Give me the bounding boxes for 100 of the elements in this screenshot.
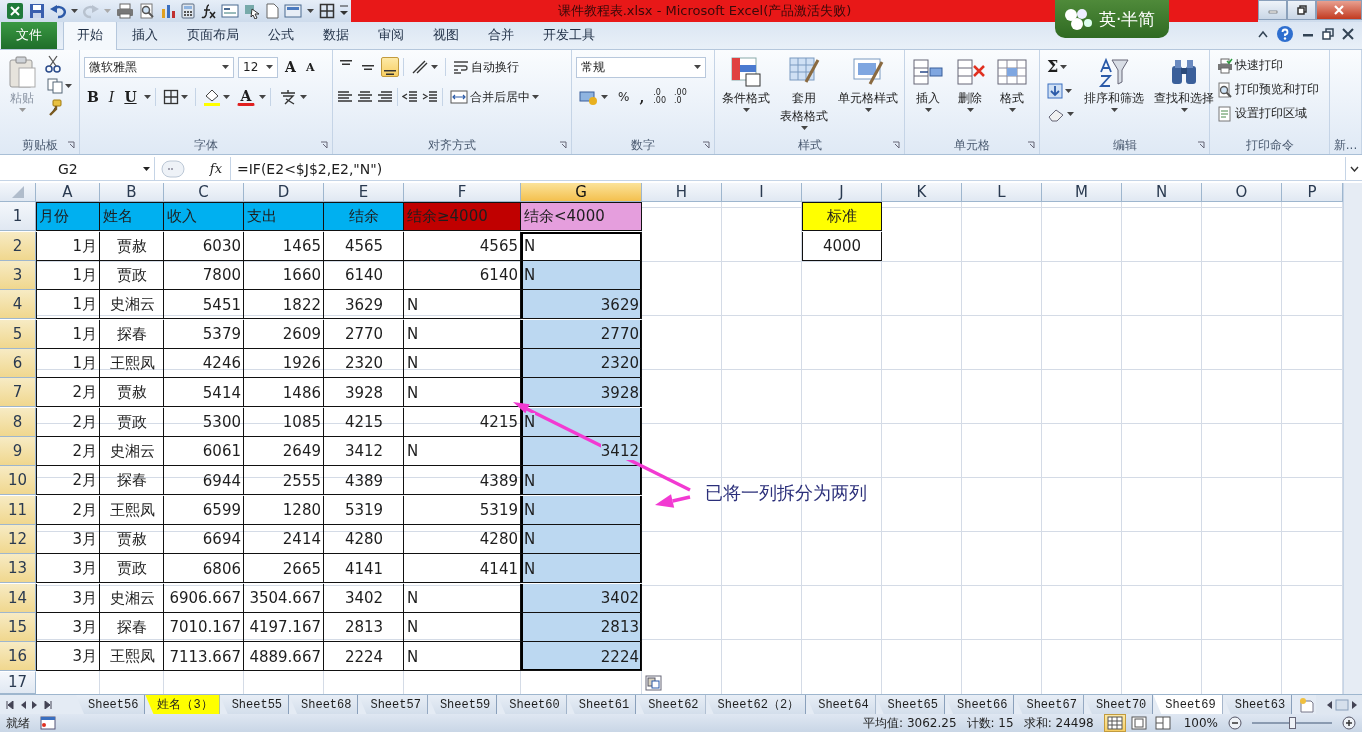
name-box[interactable]: G2: [0, 156, 155, 181]
row-header[interactable]: 14: [0, 583, 36, 613]
restore-button[interactable]: [1287, 0, 1317, 20]
print-icon[interactable]: [116, 3, 134, 19]
first-sheet-icon[interactable]: [6, 700, 14, 709]
horizontal-scrollbar[interactable]: [1316, 695, 1362, 714]
increase-decimal-button[interactable]: .0 .00: [651, 88, 668, 106]
sheet-tab[interactable]: Sheet55: [219, 695, 290, 714]
column-header[interactable]: O: [1202, 183, 1282, 203]
close-button[interactable]: [1316, 0, 1362, 20]
caret-icon[interactable]: [864, 108, 872, 113]
cut-icon[interactable]: [44, 55, 62, 73]
caret-icon[interactable]: [431, 65, 438, 69]
slider-thumb[interactable]: [1289, 717, 1296, 729]
zoom-level[interactable]: 100%: [1183, 716, 1218, 730]
formula-field[interactable]: =IF(E2<$J$2,E2,"N"): [230, 156, 1345, 181]
caret-icon[interactable]: [1180, 108, 1188, 113]
ribbon-tab[interactable]: 公式: [254, 20, 308, 49]
form-icon[interactable]: [221, 3, 239, 19]
ribbon-tab[interactable]: 文件: [1, 20, 57, 49]
vertical-scrollbar[interactable]: [1343, 183, 1362, 694]
row-header[interactable]: 4: [0, 290, 36, 320]
column-header[interactable]: E: [324, 183, 404, 203]
caret-icon[interactable]: [300, 95, 308, 99]
column-header[interactable]: K: [882, 183, 962, 203]
ribbon-tab[interactable]: 合并: [474, 20, 528, 49]
row-header[interactable]: 17: [0, 671, 36, 694]
previous-sheet-icon[interactable]: [20, 700, 26, 709]
wrap-text-button[interactable]: 自动换行: [450, 56, 522, 78]
caret-icon[interactable]: [266, 65, 273, 69]
border-icon[interactable]: [319, 3, 335, 19]
row-header[interactable]: 16: [0, 642, 36, 672]
print-command[interactable]: 打印预览和打印: [1214, 79, 1322, 100]
sheet-tab[interactable]: Sheet59: [427, 695, 498, 714]
dialog-launcher-icon[interactable]: [67, 141, 75, 149]
caret-icon[interactable]: [924, 108, 932, 113]
copy-button[interactable]: [44, 76, 75, 96]
find-select-button[interactable]: 查找和选择: [1151, 55, 1217, 114]
sheet-tab[interactable]: Sheet67: [1014, 695, 1084, 714]
ribbon-tab[interactable]: 审阅: [364, 20, 418, 49]
sheet-tab[interactable]: 姓名（3）: [145, 695, 220, 714]
calculator-icon[interactable]: [181, 3, 195, 19]
sheet-tab[interactable]: Sheet56: [76, 695, 146, 714]
horizontal-align-icon[interactable]: [377, 89, 393, 105]
column-header[interactable]: B: [100, 183, 164, 203]
next-sheet-icon[interactable]: [32, 700, 38, 709]
caret-icon[interactable]: [222, 95, 230, 99]
delete-button[interactable]: 删除: [951, 55, 989, 114]
insert-function-button[interactable]: fx: [209, 161, 222, 176]
column-header[interactable]: G: [521, 183, 642, 203]
row-header[interactable]: 5: [0, 319, 36, 349]
column-header[interactable]: N: [1122, 183, 1202, 203]
row-header[interactable]: 11: [0, 495, 36, 525]
italic-button[interactable]: I: [105, 87, 118, 107]
print-preview-icon[interactable]: [139, 3, 155, 19]
row-header[interactable]: 8: [0, 407, 36, 437]
dialog-launcher-icon[interactable]: [559, 141, 567, 149]
table-format-button[interactable]: 套用 表格格式: [777, 55, 831, 132]
row-header[interactable]: 13: [0, 554, 36, 584]
format-button[interactable]: 格式: [993, 55, 1031, 114]
row-header[interactable]: 15: [0, 612, 36, 642]
increase-indent-icon[interactable]: [422, 89, 438, 105]
row-header[interactable]: 6: [0, 348, 36, 378]
row-header[interactable]: 1: [0, 202, 36, 232]
column-header[interactable]: L: [962, 183, 1042, 203]
caret-icon[interactable]: [143, 95, 151, 99]
caret-icon[interactable]: [1065, 89, 1072, 93]
row-header[interactable]: 7: [0, 378, 36, 408]
sheet-tab[interactable]: Sheet61: [566, 695, 637, 714]
caret-icon[interactable]: [222, 65, 229, 69]
layout-icon[interactable]: [284, 3, 302, 19]
zoom-out-icon[interactable]: [1228, 716, 1242, 730]
app-icon[interactable]: [6, 2, 24, 20]
column-header[interactable]: C: [164, 183, 244, 203]
sheet-tab[interactable]: Sheet64: [806, 695, 876, 714]
macro-record-icon[interactable]: [40, 716, 56, 730]
caret-icon[interactable]: [742, 108, 750, 113]
column-header[interactable]: I: [722, 183, 802, 203]
expand-icon[interactable]: [1349, 165, 1359, 172]
caret-icon[interactable]: [259, 95, 267, 99]
print-command[interactable]: 快速打印: [1214, 55, 1322, 76]
ribbon-tab[interactable]: 视图: [419, 20, 473, 49]
ime-toolbar[interactable]: 英·半简: [1055, 0, 1169, 38]
undo-icon[interactable]: [50, 3, 66, 19]
ribbon-tab[interactable]: 开发工具: [529, 20, 609, 49]
ribbon-tab[interactable]: 页面布局: [173, 20, 253, 49]
caret-icon[interactable]: [694, 65, 701, 69]
last-sheet-icon[interactable]: [44, 700, 52, 709]
help-icon[interactable]: [1276, 25, 1294, 43]
dialog-launcher-icon[interactable]: [1027, 141, 1035, 149]
autosum-button[interactable]: Σ: [1044, 55, 1077, 78]
insert-button[interactable]: 插入: [909, 55, 947, 114]
function-icon[interactable]: [200, 3, 216, 19]
row-header[interactable]: 10: [0, 466, 36, 496]
sheet-tab[interactable]: Sheet70: [1083, 695, 1154, 714]
caret-icon[interactable]: [1067, 112, 1074, 116]
close-icon[interactable]: [1342, 28, 1354, 40]
customize-icon[interactable]: [340, 4, 348, 18]
shrink-font-button[interactable]: A: [302, 58, 318, 76]
document-icon[interactable]: [265, 3, 279, 19]
